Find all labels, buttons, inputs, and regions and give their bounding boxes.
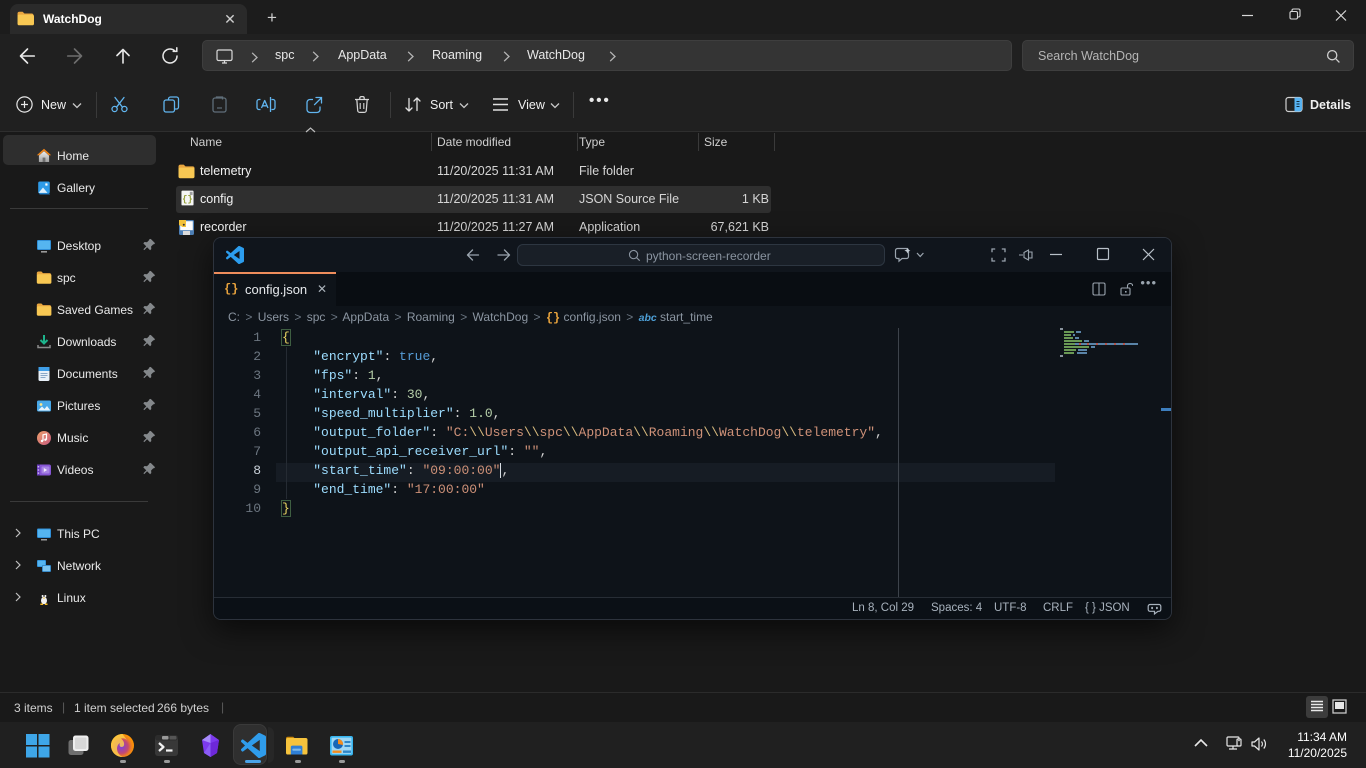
svg-text:{}: {} (182, 195, 193, 205)
